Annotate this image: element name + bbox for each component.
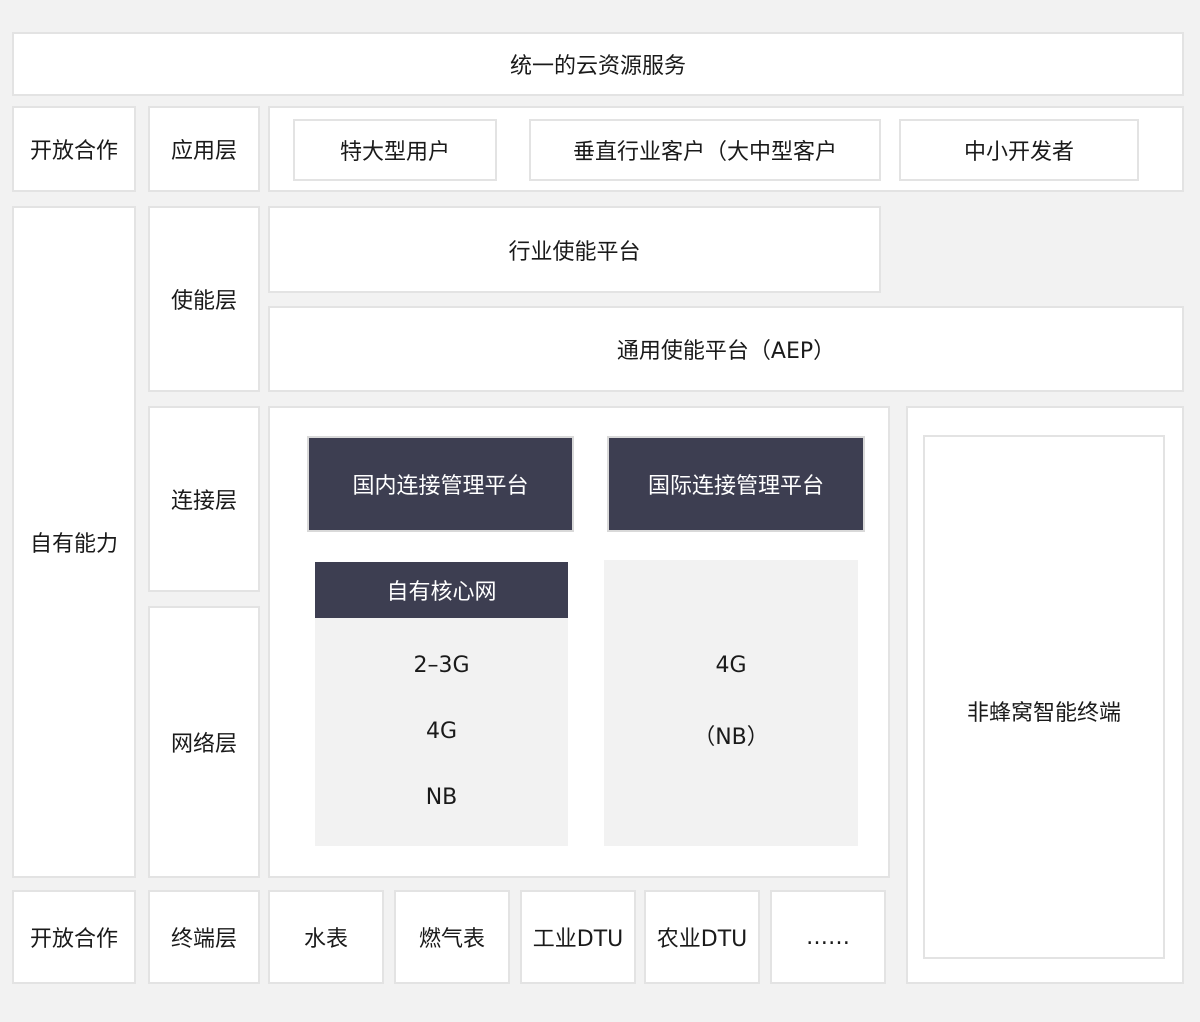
general-enablement-platform: 通用使能平台（AEP） (268, 306, 1184, 392)
terminal-item-water-meter: 水表 (268, 890, 384, 984)
international-connection-platform: 国际连接管理平台 (607, 436, 865, 532)
layer-connection: 连接层 (148, 406, 260, 592)
terminal-item-more: …… (770, 890, 886, 984)
terminal-item-industrial-dtu: 工业DTU (520, 890, 636, 984)
layer-application: 应用层 (148, 106, 260, 192)
layer-enablement: 使能层 (148, 206, 260, 392)
row-label-own: 自有能力 (12, 206, 136, 878)
core-item-nb: NB (425, 785, 458, 810)
intl-item-4g: 4G (715, 653, 747, 678)
own-core-network-block: 自有核心网 2–3G 4G NB (315, 562, 568, 846)
row-label-open-bottom: 开放合作 (12, 890, 136, 984)
app-item-small-developers: 中小开发者 (899, 119, 1139, 181)
international-network-block: 4G （NB） (604, 560, 858, 846)
terminal-item-gas-meter: 燃气表 (394, 890, 510, 984)
intl-item-nb: （NB） (693, 725, 769, 750)
industry-enablement-platform: 行业使能平台 (268, 206, 881, 293)
row-label-open-top: 开放合作 (12, 106, 136, 192)
domestic-connection-platform: 国内连接管理平台 (307, 436, 574, 532)
core-item-4g: 4G (425, 719, 458, 744)
architecture-diagram: 统一的云资源服务 开放合作 自有能力 开放合作 应用层 使能层 连接层 网络层 … (0, 0, 1200, 1022)
unified-cloud-service: 统一的云资源服务 (12, 32, 1184, 96)
app-item-vertical-customers: 垂直行业客户（大中型客户 (529, 119, 881, 181)
own-core-network-title: 自有核心网 (315, 562, 568, 618)
layer-terminal: 终端层 (148, 890, 260, 984)
core-item-2-3g: 2–3G (413, 653, 470, 678)
layer-network: 网络层 (148, 606, 260, 878)
non-cellular-smart-terminal: 非蜂窝智能终端 (923, 435, 1165, 959)
app-item-large-users: 特大型用户 (293, 119, 497, 181)
terminal-item-agricultural-dtu: 农业DTU (644, 890, 760, 984)
